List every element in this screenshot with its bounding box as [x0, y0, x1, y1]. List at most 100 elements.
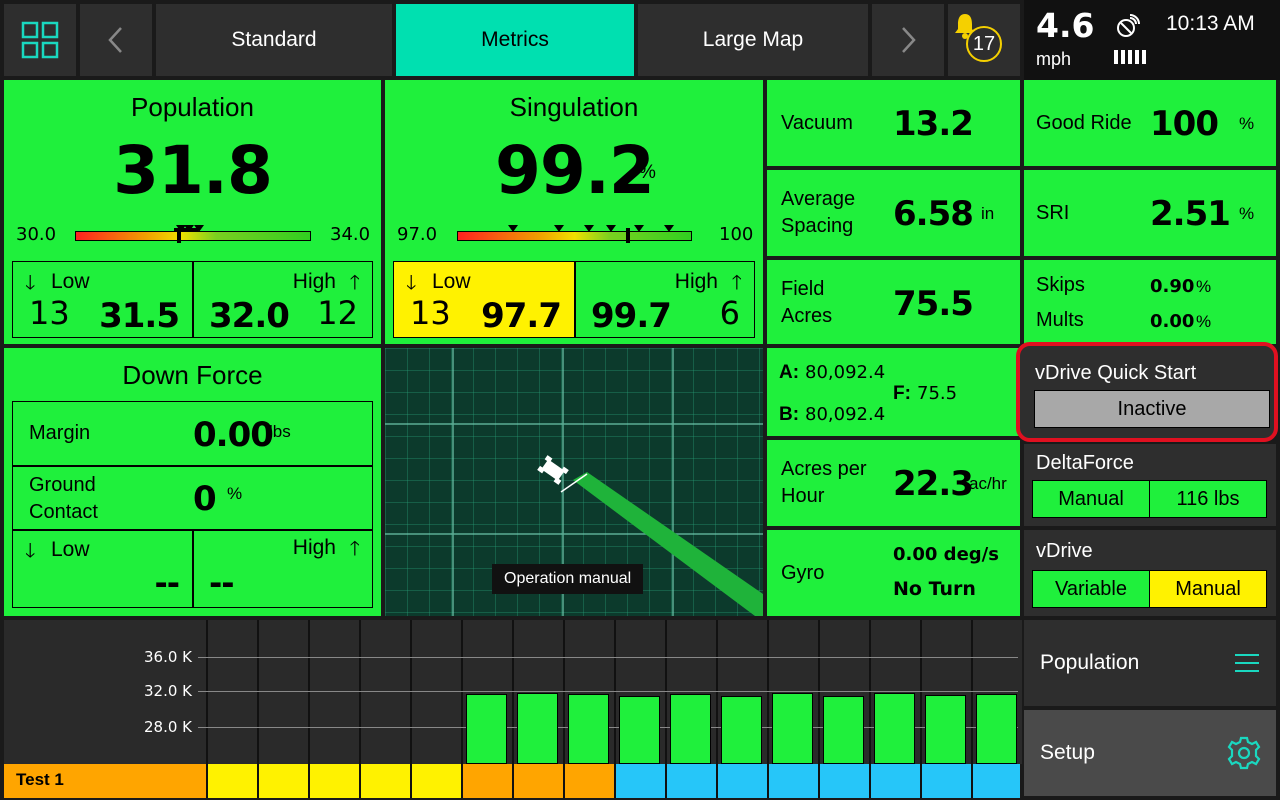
- mults-unit: %: [1196, 312, 1212, 331]
- singulation-low-value: 97.7: [481, 296, 562, 336]
- down-force-tile[interactable]: Down Force Margin 0.00 lbs Ground Contac…: [4, 348, 381, 616]
- ab-acres-tile[interactable]: A: 80,092.4 B: 80,092.4 F: 75.5: [767, 348, 1020, 436]
- deltaforce-panel: DeltaForce Manual 116 lbs: [1024, 444, 1276, 526]
- setup-button[interactable]: Setup: [1024, 710, 1276, 796]
- row-population-bar[interactable]: [466, 693, 507, 764]
- vdrive-manual-button[interactable]: Manual: [1149, 570, 1267, 608]
- population-tile[interactable]: Population 31.8 30.0 34.0 🡓 Low 13 31.5 …: [4, 80, 381, 344]
- ground-contact-unit: %: [227, 484, 243, 503]
- tick-32k: 32.0 K: [144, 682, 193, 700]
- row-status-cell[interactable]: [410, 764, 461, 798]
- field-acres-tile[interactable]: Field Acres 75.5: [767, 260, 1020, 344]
- row-status-cell[interactable]: [308, 764, 359, 798]
- tab-large-map[interactable]: Large Map: [638, 4, 868, 76]
- margin-row: Margin 0.00 lbs: [12, 401, 373, 467]
- f-label: F:: [893, 383, 911, 404]
- down-force-title: Down Force: [122, 360, 263, 390]
- speed-unit: mph: [1036, 49, 1072, 69]
- row-status-cell[interactable]: [512, 764, 563, 798]
- field-acres-label-2: Acres: [781, 305, 833, 327]
- ground-contact-label-1: Ground: [29, 474, 96, 496]
- row-status-cell[interactable]: [563, 764, 614, 798]
- singulation-low-count: 13: [410, 294, 451, 332]
- skips-label: Skips: [1036, 274, 1085, 296]
- good-ride-value: 100: [1150, 104, 1219, 144]
- tab-standard[interactable]: Standard: [156, 4, 392, 76]
- singulation-low-box: 🡓 Low 13 97.7: [393, 261, 576, 338]
- avg-spacing-label-1: Average: [781, 188, 856, 210]
- row-status-cell[interactable]: [716, 764, 767, 798]
- row-population-bar[interactable]: [874, 692, 915, 764]
- acres-per-hour-value: 22.3: [893, 464, 974, 504]
- sri-tile[interactable]: SRI 2.51 %: [1024, 170, 1276, 256]
- good-ride-tile[interactable]: Good Ride 100 %: [1024, 80, 1276, 166]
- avg-spacing-tile[interactable]: Average Spacing 6.58 in: [767, 170, 1020, 256]
- row-status-cell[interactable]: [614, 764, 665, 798]
- row-population-bar[interactable]: [823, 696, 864, 764]
- arrow-down-icon: 🡓: [25, 540, 36, 562]
- vacuum-tile[interactable]: Vacuum 13.2: [767, 80, 1020, 166]
- tab-metrics[interactable]: Metrics: [396, 4, 634, 76]
- vdrive-quick-start-button[interactable]: Inactive: [1034, 390, 1270, 428]
- deltaforce-mode-button[interactable]: Manual: [1032, 480, 1150, 518]
- row-population-bar[interactable]: [772, 692, 813, 764]
- row-status-cell[interactable]: [461, 764, 512, 798]
- b-value: 80,092.4: [805, 404, 886, 425]
- gyro-tile[interactable]: Gyro 0.00 deg/s No Turn: [767, 530, 1020, 616]
- acres-per-hour-tile[interactable]: Acres per Hour 22.3 ac/hr: [767, 440, 1020, 526]
- row-population-bar[interactable]: [619, 695, 660, 764]
- singulation-min: 97.0: [397, 224, 438, 245]
- row-population-bar[interactable]: [568, 693, 609, 764]
- skips-mults-tile[interactable]: Skips 0.90 % Mults 0.00 %: [1024, 260, 1276, 344]
- status-area: 4.6 mph 10:13 AM: [1024, 0, 1280, 80]
- deltaforce-value-button[interactable]: 116 lbs: [1149, 480, 1267, 518]
- vdrive-variable-button[interactable]: Variable: [1032, 570, 1150, 608]
- f-value: 75.5: [917, 383, 958, 404]
- row-population-bar[interactable]: [976, 693, 1017, 764]
- good-ride-label: Good Ride: [1036, 112, 1132, 134]
- singulation-tile[interactable]: Singulation 99.2 % 97.0 100 🡓 Low 13 97.…: [385, 80, 763, 344]
- alerts-button[interactable]: 17: [948, 4, 1020, 76]
- population-value: 31.8: [113, 132, 273, 209]
- row-status-cell[interactable]: [971, 764, 1020, 798]
- field-map[interactable]: Operation manual: [385, 348, 763, 616]
- gyro-status: No Turn: [893, 578, 976, 600]
- sri-value: 2.51: [1150, 194, 1231, 234]
- row-status-cell[interactable]: [767, 764, 818, 798]
- row-status-cell[interactable]: [206, 764, 257, 798]
- vdrive-quick-start-title: vDrive Quick Start: [1035, 362, 1197, 384]
- row-population-bar[interactable]: [517, 692, 558, 764]
- row-population-bar[interactable]: [925, 694, 966, 764]
- population-high-label: High: [292, 270, 336, 293]
- acres-per-hour-unit: ac/hr: [969, 474, 1007, 493]
- avg-spacing-unit: in: [981, 204, 995, 223]
- row-status-cell[interactable]: [818, 764, 869, 798]
- population-gauge: [75, 225, 311, 243]
- avg-spacing-value: 6.58: [893, 194, 974, 234]
- row-population-bar[interactable]: [721, 695, 762, 764]
- vacuum-value: 13.2: [893, 104, 974, 144]
- ground-contact-label-2: Contact: [29, 501, 98, 523]
- apps-button[interactable]: [4, 4, 76, 76]
- prev-tab-button[interactable]: [80, 4, 152, 76]
- singulation-low-label: Low: [432, 270, 471, 293]
- b-label: B:: [779, 404, 800, 425]
- margin-label: Margin: [29, 422, 91, 444]
- row-status-cell[interactable]: [257, 764, 308, 798]
- singulation-unit: %: [639, 162, 656, 183]
- row-status-cell[interactable]: [359, 764, 410, 798]
- singulation-high-count: 6: [719, 294, 740, 332]
- down-force-low-label: Low: [51, 538, 90, 561]
- field-acres-value: 75.5: [893, 284, 974, 324]
- acres-per-hour-label-2: Hour: [781, 485, 825, 507]
- vdrive-panel: vDrive Variable Manual: [1024, 530, 1276, 616]
- mults-label: Mults: [1036, 309, 1084, 331]
- population-menu-button[interactable]: Population: [1024, 620, 1276, 706]
- row-population-bar[interactable]: [670, 693, 711, 764]
- singulation-high-value: 99.7: [591, 296, 672, 336]
- row-status-cell[interactable]: [665, 764, 716, 798]
- row-status-cell[interactable]: [869, 764, 920, 798]
- row-status-cell[interactable]: [920, 764, 971, 798]
- margin-value: 0.00: [193, 415, 274, 455]
- next-tab-button[interactable]: [872, 4, 944, 76]
